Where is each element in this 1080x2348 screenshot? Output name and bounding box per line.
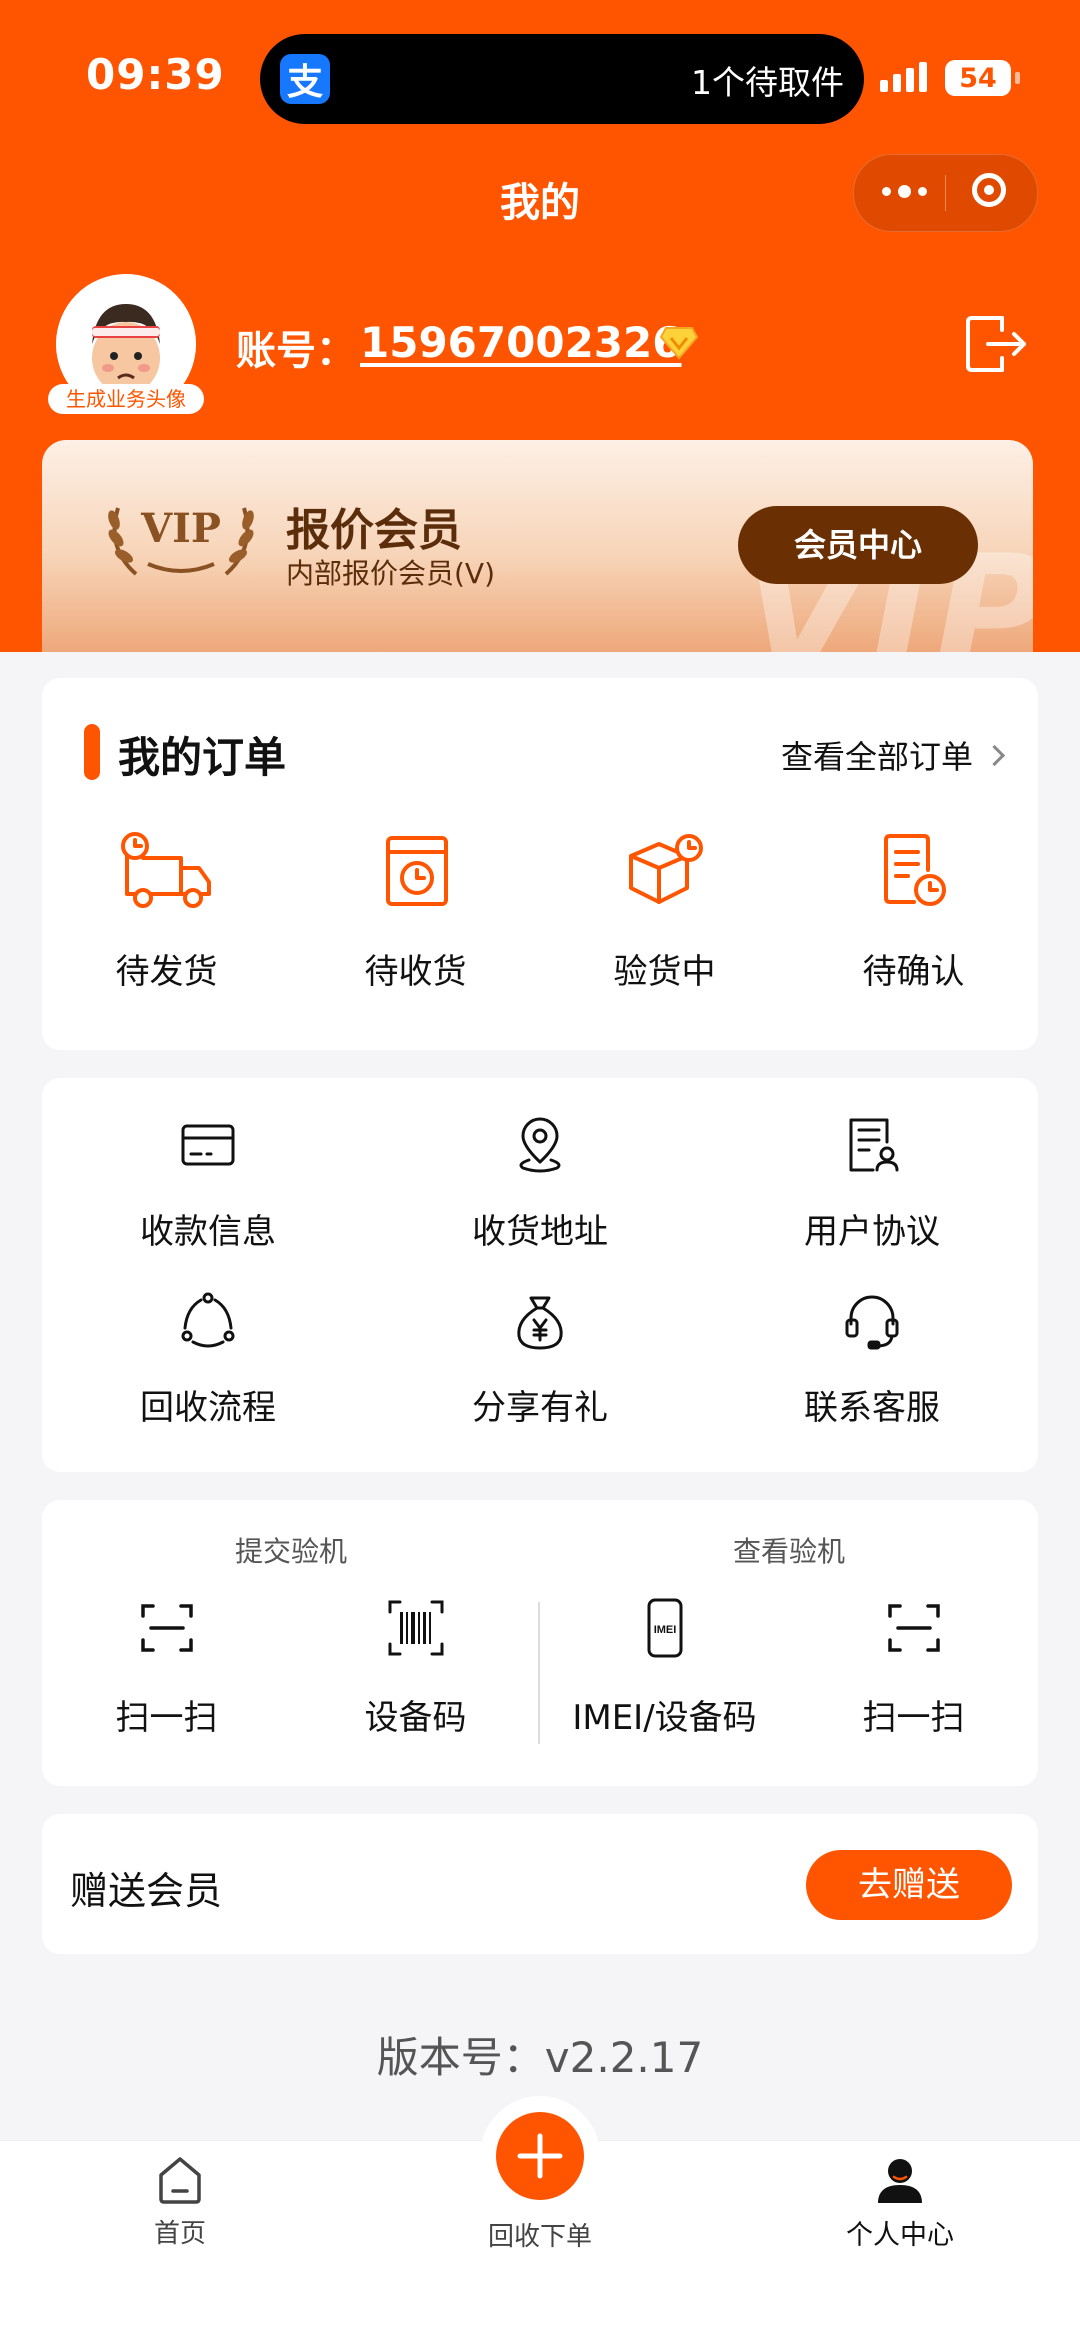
view-scan-button[interactable]: 扫一扫 (789, 1598, 1038, 1739)
pickup-notification: 1个待取件 (691, 63, 844, 102)
dynamic-island[interactable]: 支 1个待取件 (260, 34, 864, 124)
chevron-right-icon (983, 744, 1006, 766)
vip-laurel-text: VIP (140, 505, 221, 552)
order-pending-ship[interactable]: 待发货 (42, 828, 291, 993)
service-address[interactable]: 收货地址 (374, 1114, 706, 1253)
package-clock-icon (385, 836, 448, 906)
box-clock-icon (628, 834, 703, 904)
vip-subtitle: 内部报价会员(V) (286, 557, 496, 590)
submit-inspection-title: 提交验机 (234, 1535, 347, 1568)
service-recycle-flow[interactable]: 回收流程 (42, 1290, 374, 1429)
plus-icon (517, 2133, 563, 2179)
tab-home-label: 首页 (153, 2219, 206, 2249)
order-pending-receive-label: 待收货 (364, 952, 467, 992)
delivery-truck-clock-icon (120, 832, 211, 908)
order-pending-confirm-label: 待确认 (862, 952, 965, 992)
alipay-icon: 支 (280, 54, 330, 104)
service-payment-info-label: 收款信息 (140, 1212, 276, 1252)
view-scan-label: 扫一扫 (862, 1698, 965, 1738)
order-pending-receive[interactable]: 待收货 (291, 828, 540, 993)
service-address-label: 收货地址 (472, 1212, 608, 1252)
document-user-icon (849, 1118, 899, 1172)
home-icon (159, 2157, 201, 2204)
battery-tip (1015, 72, 1020, 84)
account-number[interactable]: 15967002326 (360, 318, 681, 367)
service-share-gift[interactable]: 分享有礼 (374, 1290, 706, 1429)
services-card: 收款信息 收货地址 用户协议 回收流程 分享有礼 联系客服 (42, 1078, 1038, 1472)
services-row-2: 回收流程 分享有礼 联系客服 (42, 1290, 1038, 1429)
recycle-order-button[interactable] (496, 2112, 584, 2200)
tab-profile[interactable]: 个人中心 (800, 2155, 1000, 2252)
vip-card: VIP VIP 报价会员 内部报价会员(V) 会员中心 (42, 440, 1033, 652)
vip-title: 报价会员 (286, 505, 462, 556)
logout-icon[interactable] (962, 312, 1030, 376)
tab-profile-label: 个人中心 (846, 2220, 954, 2251)
account-label: 账号： (236, 328, 356, 374)
orders-accent-bar (84, 724, 100, 780)
more-icon[interactable] (882, 185, 927, 198)
order-pending-ship-label: 待发货 (115, 952, 218, 992)
member-center-button[interactable]: 会员中心 (738, 506, 978, 584)
order-status-grid: 待发货 待收货 验货中 待确认 (42, 828, 1038, 993)
view-all-orders-label: 查看全部订单 (780, 738, 973, 776)
order-pending-confirm[interactable]: 待确认 (789, 828, 1038, 993)
money-bag-icon (517, 1296, 563, 1350)
service-customer-support-label: 联系客服 (804, 1388, 940, 1428)
service-customer-support[interactable]: 联系客服 (706, 1290, 1038, 1429)
gift-membership-label: 赠送会员 (70, 1869, 223, 1913)
recycle-order-label: 回收下单 (487, 2222, 592, 2252)
inspection-grid: 扫一扫 设备码 IMEI IMEI/设备码 扫一扫 (42, 1598, 1038, 1739)
services-row-1: 收款信息 收货地址 用户协议 (42, 1114, 1038, 1253)
service-share-gift-label: 分享有礼 (472, 1388, 608, 1428)
submit-device-code-label: 设备码 (364, 1698, 467, 1738)
submit-device-code-button[interactable]: 设备码 (291, 1598, 540, 1739)
capsule-divider (945, 175, 946, 211)
battery-icon: 54 (945, 60, 1011, 96)
orders-title: 我的订单 (118, 733, 287, 782)
imei-icon-text: IMEI (653, 1624, 676, 1636)
user-icon (878, 2159, 922, 2203)
gift-button[interactable]: 去赠送 (806, 1850, 1012, 1920)
gift-membership-card: 赠送会员 去赠送 (42, 1814, 1038, 1954)
close-target-icon[interactable] (972, 173, 1006, 207)
service-user-agreement-label: 用户协议 (804, 1212, 940, 1252)
inspection-card: 提交验机 查看验机 扫一扫 设备码 IMEI IMEI/设备码 扫一扫 (42, 1500, 1038, 1786)
view-imei-label: IMEI/设备码 (572, 1698, 757, 1738)
scan-icon (887, 1604, 940, 1652)
signal-icon (880, 62, 927, 92)
service-user-agreement[interactable]: 用户协议 (706, 1114, 1038, 1253)
location-pin-icon (519, 1117, 561, 1173)
vip-laurel-icon: VIP (108, 505, 254, 576)
imei-phone-icon: IMEI (647, 1598, 682, 1658)
barcode-icon (388, 1600, 443, 1656)
service-payment-info[interactable]: 收款信息 (42, 1114, 374, 1253)
headset-icon (845, 1295, 899, 1350)
submit-scan-label: 扫一扫 (115, 1698, 218, 1738)
view-all-orders-link[interactable]: 查看全部订单 (780, 732, 1006, 778)
card-icon (181, 1124, 235, 1166)
mini-program-capsule[interactable] (853, 154, 1038, 232)
version-number: 版本号：v2.2.17 (376, 2033, 704, 2082)
order-inspecting[interactable]: 验货中 (540, 828, 789, 993)
vip-diamond-icon (660, 327, 698, 360)
status-time: 09:39 (86, 50, 225, 99)
view-imei-button[interactable]: IMEI IMEI/设备码 (540, 1598, 789, 1739)
orders-card: 我的订单 查看全部订单 待发货 待收货 验货中 待确认 (42, 678, 1038, 1050)
order-inspecting-label: 验货中 (613, 952, 716, 992)
scan-icon (140, 1604, 193, 1652)
tab-home[interactable]: 首页 (80, 2155, 280, 2250)
avatar-generate-tag[interactable]: 生成业务头像 (48, 384, 204, 414)
document-clock-icon (883, 834, 946, 906)
cycle-icon (181, 1292, 235, 1348)
submit-scan-button[interactable]: 扫一扫 (42, 1598, 291, 1739)
service-recycle-flow-label: 回收流程 (140, 1388, 276, 1428)
view-inspection-title: 查看验机 (732, 1535, 845, 1568)
